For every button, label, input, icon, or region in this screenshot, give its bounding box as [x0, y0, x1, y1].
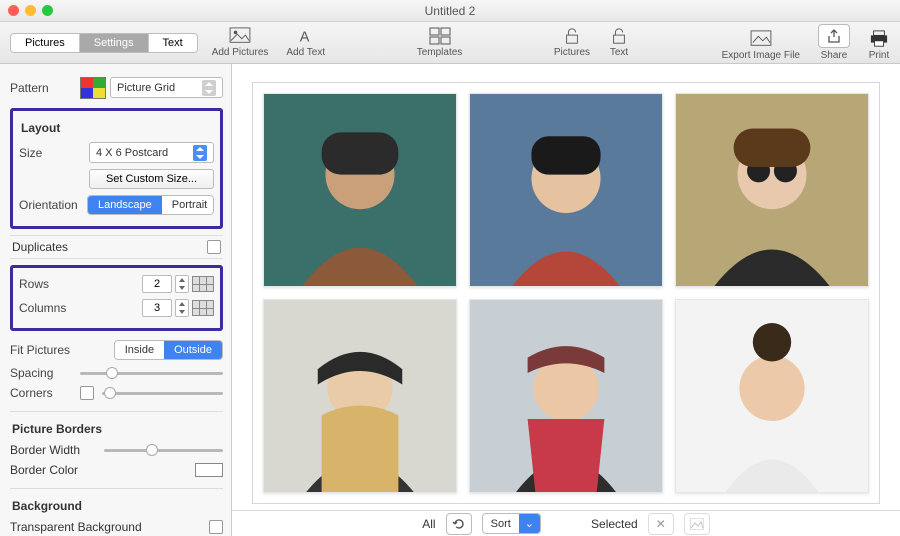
duplicates-checkbox[interactable] — [207, 240, 221, 254]
fit-outside[interactable]: Outside — [164, 341, 222, 359]
tab-text[interactable]: Text — [149, 34, 197, 52]
pattern-swatch-icon — [80, 77, 106, 99]
fit-toggle[interactable]: Inside Outside — [114, 340, 223, 360]
grid-cell[interactable] — [675, 93, 869, 287]
lock-pictures-button[interactable]: Pictures — [554, 27, 590, 58]
selected-label: Selected — [591, 517, 638, 531]
pattern-select[interactable]: Picture Grid — [110, 77, 223, 98]
columns-input[interactable] — [142, 299, 172, 317]
tab-pictures[interactable]: Pictures — [11, 34, 80, 52]
grid-cell[interactable] — [263, 299, 457, 493]
export-button[interactable]: Export Image File — [722, 30, 800, 61]
grid-group-highlight: Rows Columns — [10, 265, 223, 331]
refresh-button[interactable] — [446, 513, 472, 535]
borders-heading: Picture Borders — [12, 422, 223, 436]
corners-label: Corners — [10, 386, 72, 400]
add-pictures-button[interactable]: Add Pictures — [212, 27, 269, 58]
corners-checkbox[interactable] — [80, 386, 94, 400]
orientation-portrait[interactable]: Portrait — [162, 196, 214, 214]
size-label: Size — [19, 146, 81, 160]
border-color-label: Border Color — [10, 463, 96, 477]
corners-slider[interactable] — [102, 392, 223, 395]
image-icon — [690, 518, 704, 530]
fit-inside[interactable]: Inside — [115, 341, 164, 359]
rows-stepper[interactable] — [175, 275, 189, 293]
spacing-slider[interactable] — [80, 372, 223, 375]
grid-cell[interactable] — [469, 299, 663, 493]
orientation-toggle[interactable]: Landscape Portrait — [87, 195, 214, 215]
border-width-label: Border Width — [10, 443, 96, 457]
settings-panel: Pattern Picture Grid Layout Size 4 X 6 P… — [0, 64, 232, 536]
printer-icon — [868, 30, 890, 48]
print-button[interactable]: Print — [868, 30, 890, 61]
transparent-bg-label: Transparent Background — [10, 520, 142, 534]
lock-text-button[interactable]: Text — [608, 27, 630, 58]
view-tabs: Pictures Settings Text — [10, 33, 198, 53]
layout-heading: Layout — [21, 121, 214, 135]
pattern-label: Pattern — [10, 81, 72, 95]
tab-settings[interactable]: Settings — [80, 34, 149, 52]
add-text-button[interactable]: A Add Text — [286, 27, 325, 58]
columns-preview-icon — [192, 300, 214, 316]
transparent-bg-checkbox[interactable] — [209, 520, 223, 534]
all-label: All — [422, 517, 435, 531]
refresh-icon — [452, 517, 466, 531]
grid-cell[interactable] — [675, 299, 869, 493]
columns-stepper[interactable] — [175, 299, 189, 317]
size-select[interactable]: 4 X 6 Postcard — [89, 142, 214, 163]
border-width-slider[interactable] — [104, 449, 223, 452]
grid-cell[interactable] — [469, 93, 663, 287]
text-add-icon: A — [295, 27, 317, 45]
image-icon — [750, 30, 772, 48]
spacing-label: Spacing — [10, 366, 72, 380]
background-heading: Background — [12, 499, 223, 513]
rows-input[interactable] — [142, 275, 172, 293]
grid-cell[interactable] — [263, 93, 457, 287]
unlock-icon — [561, 27, 583, 45]
sort-dropdown[interactable]: Sort ⌄ — [482, 513, 541, 534]
titlebar: Untitled 2 — [0, 0, 900, 22]
window-title: Untitled 2 — [0, 4, 900, 18]
picture-grid — [252, 82, 880, 504]
fit-label: Fit Pictures — [10, 343, 72, 357]
grid-icon — [429, 27, 451, 45]
x-icon: ✕ — [656, 517, 666, 531]
canvas-footer: All Sort ⌄ Selected ✕ — [232, 510, 900, 536]
image-add-icon — [229, 27, 251, 45]
orientation-landscape[interactable]: Landscape — [88, 196, 162, 214]
templates-button[interactable]: Templates — [417, 27, 463, 58]
chevron-down-icon: ⌄ — [519, 514, 540, 533]
delete-selected-button[interactable]: ✕ — [648, 513, 674, 535]
rows-label: Rows — [19, 277, 81, 291]
browse-selected-button[interactable] — [684, 513, 710, 535]
duplicates-label: Duplicates — [12, 240, 68, 254]
orientation-label: Orientation — [19, 198, 79, 212]
set-custom-size-button[interactable]: Set Custom Size... — [89, 169, 214, 189]
unlock-icon — [608, 27, 630, 45]
rows-preview-icon — [192, 276, 214, 292]
toolbar: Pictures Settings Text Add Pictures A Ad… — [0, 22, 900, 64]
svg-text:A: A — [299, 29, 309, 45]
columns-label: Columns — [19, 301, 81, 315]
share-icon — [818, 24, 850, 48]
share-button[interactable]: Share — [818, 24, 850, 61]
border-color-swatch[interactable] — [195, 463, 223, 477]
layout-group-highlight: Layout Size 4 X 6 Postcard Set Custom Si… — [10, 108, 223, 229]
canvas-area: All Sort ⌄ Selected ✕ — [232, 64, 900, 536]
